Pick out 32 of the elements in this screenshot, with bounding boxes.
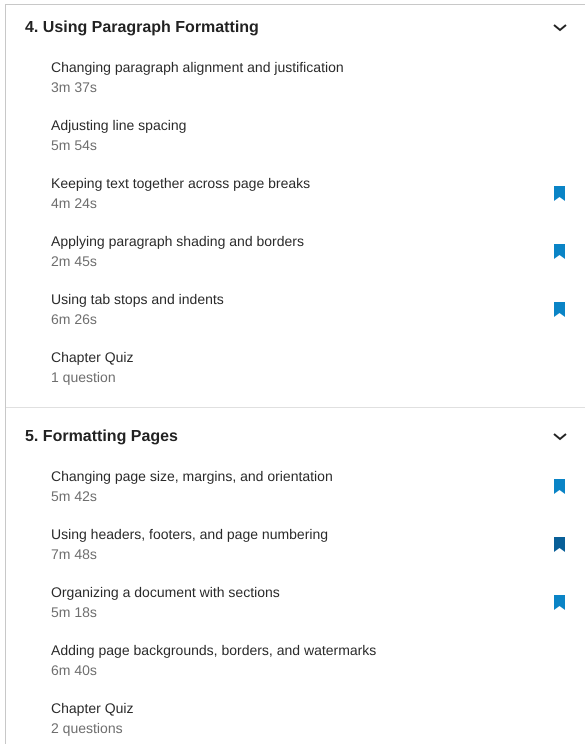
lesson-duration: 5m 54s: [51, 136, 98, 155]
lesson-duration: 5m 42s: [51, 487, 98, 506]
lesson-duration: 6m 40s: [51, 661, 98, 680]
bookmark-icon[interactable]: [554, 478, 565, 494]
bookmark-icon[interactable]: [554, 536, 565, 552]
bookmark-icon[interactable]: [554, 594, 565, 610]
bookmark-icon[interactable]: [554, 302, 565, 316]
bookmark-icon[interactable]: [554, 186, 565, 200]
chapter-title: 4. Using Paragraph Formatting: [25, 18, 259, 38]
lesson-duration: 7m 48s: [51, 545, 98, 564]
lesson-title[interactable]: Adjusting line spacing: [51, 115, 186, 135]
lesson-duration: 4m 24s: [51, 194, 98, 213]
lesson-title[interactable]: Organizing a document with sections: [51, 582, 280, 602]
lesson-title[interactable]: Adding page backgrounds, borders, and watermarks: [51, 640, 376, 660]
chevron-icon[interactable]: [553, 433, 567, 441]
lesson-duration: 1 question: [51, 368, 117, 387]
lesson-duration: 2 questions: [51, 719, 124, 738]
bookmark-icon[interactable]: [554, 244, 565, 258]
lesson-title[interactable]: Applying paragraph shading and borders: [51, 231, 304, 251]
lesson-title[interactable]: Using tab stops and indents: [51, 289, 224, 309]
lesson-duration: 3m 37s: [51, 78, 98, 97]
lesson-title[interactable]: Chapter Quiz: [51, 347, 134, 367]
chevron-icon[interactable]: [553, 24, 567, 32]
lesson-title[interactable]: Using headers, footers, and page numbering: [51, 524, 328, 544]
lesson-title[interactable]: Keeping text together across page breaks: [51, 173, 310, 193]
lesson-title[interactable]: Changing paragraph alignment and justification: [51, 57, 344, 77]
lesson-title[interactable]: Chapter Quiz: [51, 698, 134, 718]
chapter-title: 5. Formatting Pages: [25, 427, 178, 447]
lesson-duration: 6m 26s: [51, 310, 98, 329]
lesson-duration: 5m 18s: [51, 603, 98, 622]
lesson-title[interactable]: Changing page size, margins, and orientation: [51, 466, 333, 486]
lesson-duration: 2m 45s: [51, 252, 98, 271]
